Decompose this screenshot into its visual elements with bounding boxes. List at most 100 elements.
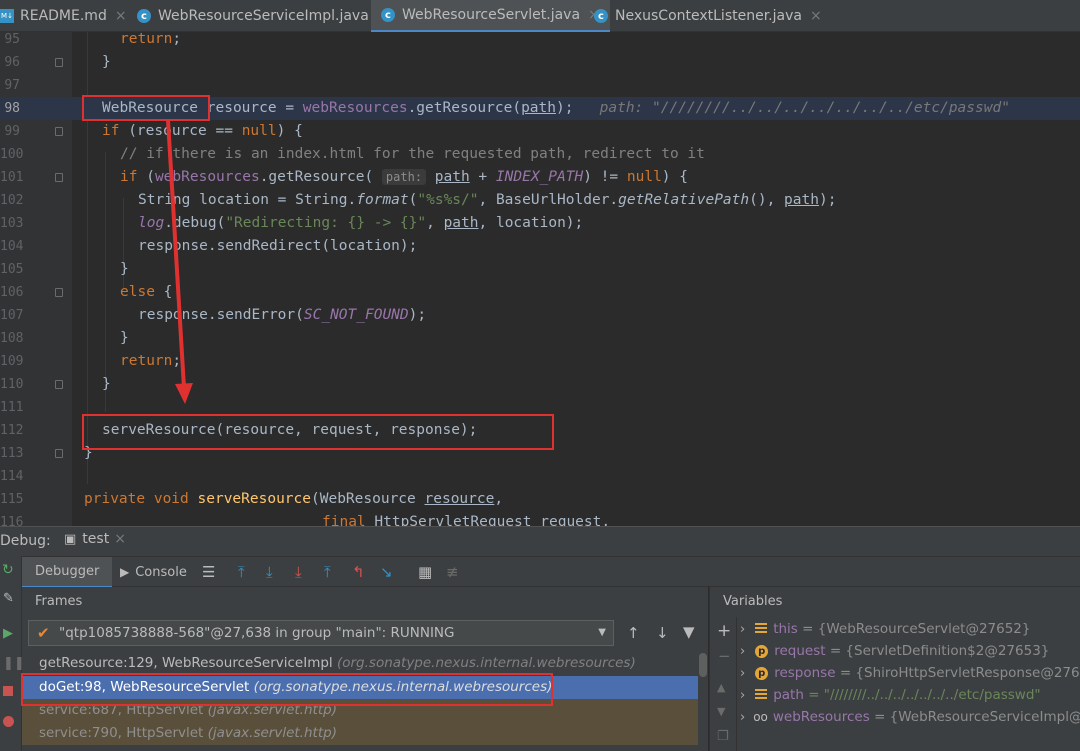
markdown-file-icon: M↓ (0, 9, 14, 23)
parameter-hint: path: (381, 169, 427, 185)
run-to-cursor-button[interactable]: ↘ (380, 557, 393, 588)
variable-row-this[interactable]: › this = {WebResourceServlet@27652} (740, 618, 1030, 640)
fold-marker-icon[interactable] (55, 127, 63, 136)
line-number: 96 (4, 55, 20, 70)
close-icon[interactable]: × (114, 531, 126, 547)
session-label: test (82, 531, 110, 547)
variable-value: = {WebResourceServiceImpl@27 (874, 709, 1080, 725)
frame-row[interactable]: getResource:129, WebResourceServiceImpl … (22, 652, 698, 675)
java-class-icon: c (381, 8, 395, 22)
move-up-icon[interactable]: ▲ (717, 681, 725, 694)
inline-debug-value: path: "////////../../../../../../../etc/… (599, 100, 1010, 116)
calculator-icon: ▦ (418, 563, 433, 581)
chevron-right-icon[interactable]: › (740, 622, 745, 637)
line-number: 110 (0, 377, 24, 392)
rerun-icon[interactable]: ↻ (2, 562, 14, 578)
code-line: 99 if (resource == null) { (0, 120, 1080, 143)
chevron-right-icon[interactable]: › (740, 644, 745, 659)
remove-watch-icon[interactable]: − (718, 647, 731, 665)
close-icon[interactable]: × (810, 8, 822, 24)
line-number: 97 (4, 78, 20, 93)
frames-scrollbar[interactable] (698, 649, 708, 751)
move-down-icon[interactable]: ▼ (717, 705, 725, 718)
debug-toolbar: Debugger ▶ Console ☰ ⤒ ⤓ ⤓ ⤒ ↰ ↘ ▦ ≢ (0, 556, 1080, 588)
line-number: 112 (0, 423, 24, 438)
frames-header: Frames (35, 594, 83, 609)
line-number: 101 (0, 170, 24, 185)
step-over-button[interactable]: ⤓ (266, 557, 273, 588)
arrow-down-icon[interactable]: ↓ (656, 624, 669, 642)
wrench-icon[interactable]: ✎ (3, 591, 14, 606)
line-number: 114 (0, 469, 24, 484)
fold-marker-icon[interactable] (55, 449, 63, 458)
code-line: 95 return; (0, 32, 1080, 51)
variables-side-toolbar: + − ▲ ▼ ❐ (710, 617, 737, 751)
variable-name: path (773, 687, 804, 703)
tab-nexuscontextlistener[interactable]: c NexusContextListener.java × (584, 0, 832, 32)
variable-row-path[interactable]: › path = "////////../../../../../../../et… (740, 684, 1041, 706)
evaluate-button[interactable]: ▦ (418, 557, 432, 588)
arrow-up-icon[interactable]: ↑ (627, 624, 640, 642)
scrollbar-thumb[interactable] (699, 653, 707, 677)
variable-row-webresources[interactable]: › oo webResources = {WebResourceServiceImp… (740, 706, 1080, 728)
code-line: 110} (0, 373, 1080, 396)
tab-console[interactable]: ▶ Console (120, 557, 187, 588)
fold-marker-icon[interactable] (55, 173, 63, 182)
editor-tab-bar: M↓ README.md × c WebResourceServiceImpl.… (0, 0, 1080, 32)
hamburger-icon: ☰ (202, 563, 216, 581)
debug-session-tab[interactable]: ▣ test × (64, 531, 126, 547)
variable-value: = {ServletDefinition$2@27653} (829, 643, 1050, 659)
code-line: 106 else { (0, 281, 1080, 304)
chevron-right-icon[interactable]: › (740, 710, 745, 725)
variable-value: = {ShiroHttpServletResponse@27654 (839, 665, 1080, 681)
console-icon: ▶ (120, 565, 130, 579)
tab-webresourceserviceimpl[interactable]: c WebResourceServiceImpl.java × (127, 0, 399, 32)
line-number: 108 (0, 331, 24, 346)
tab-readme[interactable]: M↓ README.md × (0, 0, 127, 32)
menu-button[interactable]: ☰ (202, 557, 215, 588)
step-out-button[interactable]: ⤒ (324, 557, 331, 588)
thread-selector[interactable]: ✔ "qtp1085738888-568"@27,638 in group "m… (28, 620, 614, 646)
code-line: 115 private void serveResource(WebResourc… (0, 488, 1080, 511)
code-line: 114 (0, 465, 1080, 488)
line-number: 109 (0, 354, 24, 369)
line-number: 115 (0, 492, 24, 507)
line-number: 102 (0, 193, 24, 208)
add-watch-icon[interactable]: + (717, 621, 731, 641)
close-icon[interactable]: × (115, 8, 127, 24)
variable-name: response (774, 665, 836, 681)
variable-value: = {WebResourceServlet@27652} (802, 621, 1031, 637)
tab-webresourceservlet[interactable]: c WebResourceServlet.java × (371, 0, 610, 32)
code-line: 109 return; (0, 350, 1080, 373)
tab-debugger[interactable]: Debugger (22, 557, 113, 588)
frame-row[interactable]: service:790, HttpServlet (javax.servlet.… (22, 722, 698, 745)
variable-name: webResources (772, 709, 870, 725)
code-line: 103 log.debug("Redirecting: {} -> {}", pa… (0, 212, 1080, 235)
breakpoints-icon[interactable] (3, 716, 14, 727)
stop-icon[interactable] (3, 686, 13, 696)
filter-icon[interactable]: ▼ (683, 623, 695, 641)
tab-label: WebResourceServiceImpl.java (158, 8, 369, 24)
copy-icon[interactable]: ❐ (717, 729, 729, 744)
drop-frame-button[interactable]: ↰ (352, 557, 365, 588)
variable-row-request[interactable]: › p request = {ServletDefinition$2@27653} (740, 640, 1049, 662)
trace-button[interactable]: ≢ (446, 557, 459, 588)
show-execution-point-button[interactable]: ⤒ (238, 557, 245, 588)
drop-frame-icon: ↰ (352, 563, 365, 581)
thread-label: "qtp1085738888-568"@27,638 in group "mai… (59, 625, 455, 641)
chevron-right-icon[interactable]: › (740, 688, 745, 703)
frame-method: getResource:129, WebResourceServiceImpl (39, 655, 333, 671)
line-number: 104 (0, 239, 24, 254)
fold-marker-icon[interactable] (55, 380, 63, 389)
debug-side-toolbar: ↻ ✎ ▶ ❚❚ (0, 556, 25, 751)
java-class-icon: c (594, 9, 608, 23)
chevron-right-icon[interactable]: › (740, 666, 745, 681)
fold-marker-icon[interactable] (55, 58, 63, 67)
step-into-button[interactable]: ⤓ (295, 557, 302, 588)
resume-icon[interactable]: ▶ (3, 626, 13, 641)
fold-marker-icon[interactable] (55, 288, 63, 297)
code-line: 102 String location = String.format("%s%s… (0, 189, 1080, 212)
line-number: 103 (0, 216, 24, 231)
java-class-icon: c (137, 9, 151, 23)
variable-row-response[interactable]: › p response = {ShiroHttpServletResponse@2… (740, 662, 1080, 684)
